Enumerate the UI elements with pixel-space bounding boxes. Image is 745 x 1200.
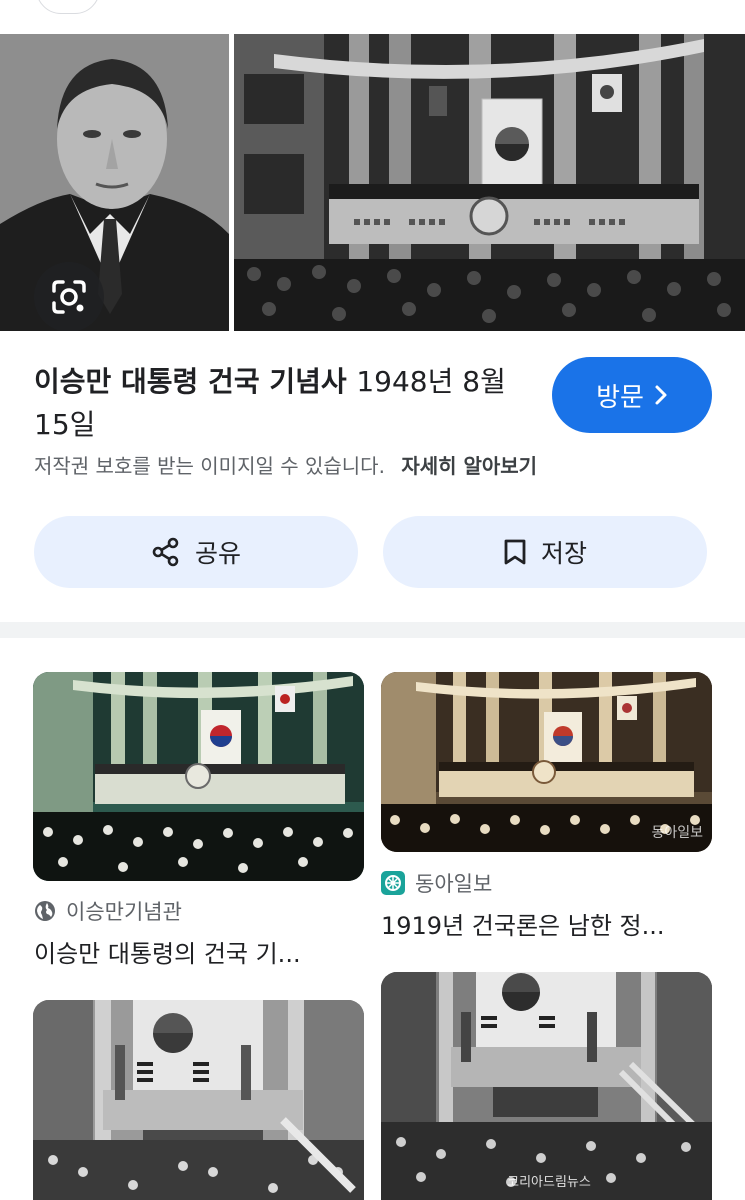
result-image-2[interactable]: 동아일보 (381, 672, 712, 852)
source-name: 동아일보 (415, 872, 493, 896)
result-source-2[interactable]: 동아일보 (381, 868, 492, 898)
result-title-1[interactable]: 이승만 대통령의 건국 기... (34, 934, 301, 969)
image-title[interactable]: 이승만 대통령 건국 기념사 1948년 8월15일 (34, 360, 534, 446)
source-name: 이승만기념관 (66, 900, 182, 924)
bookmark-icon (503, 538, 527, 566)
visit-button[interactable]: 방문 (552, 357, 712, 433)
section-divider (0, 622, 745, 638)
learn-more-link[interactable]: 자세히 알아보기 (401, 454, 537, 478)
watermark-koreadream: 코리아드림뉴스 (507, 1175, 591, 1190)
google-lens-icon (50, 278, 88, 316)
title-main: 이승만 대통령 건국 기념사 (34, 365, 347, 398)
result-image-1[interactable] (33, 672, 364, 881)
google-lens-button[interactable] (34, 262, 104, 331)
share-label: 공유 (194, 539, 241, 568)
watermark-donga: 동아일보 (651, 825, 703, 841)
result-title-2[interactable]: 1919년 건국론은 남한 정... (381, 906, 665, 941)
chevron-right-icon (654, 384, 668, 406)
ceremony-photo (234, 34, 745, 331)
donga-logo-icon (381, 871, 405, 895)
result-image-3[interactable] (33, 1000, 364, 1200)
copyright-notice: 저작권 보호를 받는 이미지일 수 있습니다. 자세히 알아보기 (34, 450, 537, 479)
save-label: 저장 (540, 539, 587, 568)
hero-image[interactable] (0, 34, 745, 331)
save-button[interactable]: 저장 (383, 516, 707, 588)
copyright-text: 저작권 보호를 받는 이미지일 수 있습니다. (34, 454, 385, 478)
result-image-4[interactable]: 코리아드림뉴스 (381, 972, 712, 1200)
visit-label: 방문 (596, 382, 644, 413)
result-source-1[interactable]: 이승만기념관 (34, 896, 182, 926)
share-button[interactable]: 공유 (34, 516, 358, 588)
globe-icon (34, 900, 56, 922)
share-icon (151, 537, 181, 567)
top-chip[interactable] (36, 0, 100, 14)
